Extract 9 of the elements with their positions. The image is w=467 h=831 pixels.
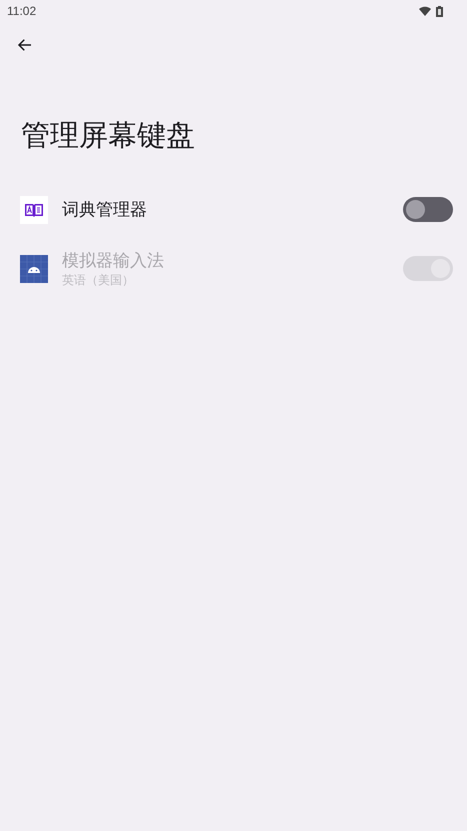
item-title: 模拟器输入法 <box>62 250 165 272</box>
battery-icon <box>436 6 443 16</box>
page-title: 管理屏幕键盘 <box>21 117 195 154</box>
book-icon <box>20 196 48 224</box>
item-title: 词典管理器 <box>62 199 148 221</box>
android-icon <box>20 254 48 282</box>
status-time: 11:02 <box>7 4 36 18</box>
wifi-icon <box>419 6 431 16</box>
toggle-switch[interactable] <box>403 197 453 222</box>
